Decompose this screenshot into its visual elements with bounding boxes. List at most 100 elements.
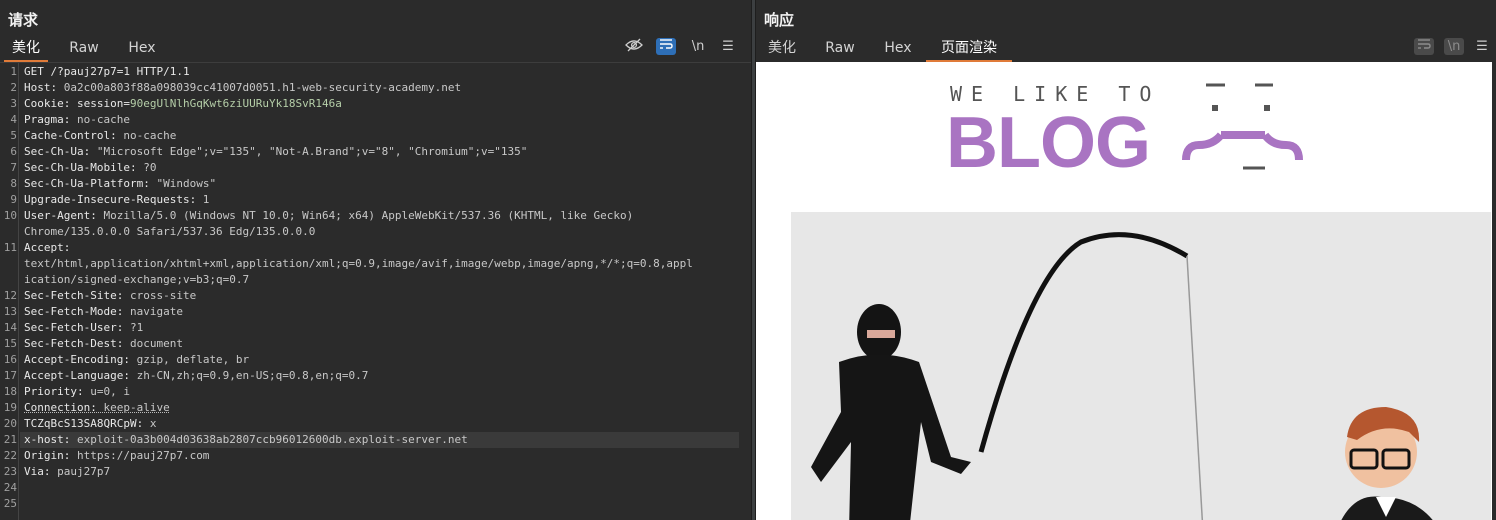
response-tabs: 美化 Raw Hex 页面渲染 [756, 38, 1496, 62]
code-line: Cookie: session=90egUlNlhGqKwt6ziUURuYk1… [24, 97, 342, 110]
code-line: Sec-Fetch-User: ?1 [24, 321, 143, 334]
header-name: Accept-Encoding: [24, 353, 130, 366]
code-line: Upgrade-Insecure-Requests: 1 [24, 193, 209, 206]
header-value: x [143, 417, 157, 430]
code-line: Origin: https://pauj27p7.com [24, 449, 209, 462]
code-line: Accept-Language: zh-CN,zh;q=0.9,en-US;q=… [24, 369, 368, 382]
code-line: TCZqBcS13SA8QRCpW: x [24, 417, 156, 430]
line-number: 11 [3, 241, 17, 254]
line-number: 18 [3, 385, 17, 398]
tab-pretty[interactable]: 美化 [4, 38, 48, 62]
header-value: pauj27p7 [50, 465, 111, 478]
code-line: Priority: u=0, i [24, 385, 130, 398]
header-value: keep-alive [96, 401, 170, 414]
code-line: x-host: exploit-0a3b004d03638ab2807ccb96… [24, 433, 468, 446]
line-number: 5 [10, 129, 17, 142]
header-name: Pragma: [24, 113, 71, 126]
header-value: exploit-0a3b004d03638ab2807ccb96012600db… [70, 433, 468, 446]
wrap-lines-icon[interactable] [1414, 38, 1434, 55]
line-number: 1 [10, 65, 17, 78]
header-name: Sec-Fetch-Mode: [24, 305, 124, 318]
newline-toggle[interactable]: \n [1444, 38, 1464, 55]
blog-hero-illustration [791, 212, 1491, 520]
code-line: Sec-Fetch-Mode: navigate [24, 305, 183, 318]
line-number: 10 [3, 209, 17, 222]
header-name: User-Agent: [24, 209, 97, 222]
tab-hex[interactable]: Hex [876, 38, 920, 62]
line-number: 21 [3, 433, 17, 446]
line-number: 13 [3, 305, 17, 318]
line-number: 6 [10, 145, 17, 158]
header-value: ?1 [123, 321, 144, 334]
code-line: Chrome/135.0.0.0 Safari/537.36 Edg/135.0… [24, 225, 315, 238]
line-number: 16 [3, 353, 17, 366]
code-line: Sec-Fetch-Dest: document [24, 337, 183, 350]
code-line: Pragma: no-cache [24, 113, 130, 126]
line-number: 20 [3, 417, 17, 430]
header-value: zh-CN,zh;q=0.9,en-US;q=0.8,en;q=0.7 [129, 369, 369, 382]
header-value: ?0 [136, 161, 157, 174]
header-name: Sec-Fetch-Site: [24, 289, 124, 302]
header-name: Cookie: session= [24, 97, 130, 110]
header-name: Sec-Fetch-User: [24, 321, 124, 334]
line-number: 2 [10, 81, 17, 94]
code-line: Cache-Control: no-cache [24, 129, 176, 142]
request-pane: 请求 美化 Raw Hex \n ☰ 1 2 3 4 5 6 7 8 9 10 11 12 13 14 15… [0, 0, 751, 520]
menu-icon[interactable]: ☰ [718, 38, 738, 55]
code-line: text/html,application/xhtml+xml,applicat… [24, 257, 693, 270]
newline-toggle[interactable]: \n [688, 38, 708, 55]
line-number: 8 [10, 177, 17, 190]
rendered-page: WE LIKE TO BLOG [756, 62, 1492, 520]
response-toolbar: \n ☰ [1414, 38, 1494, 56]
tab-hex[interactable]: Hex [120, 38, 164, 62]
menu-icon[interactable]: ☰ [1472, 38, 1492, 55]
header-value: ication/signed-exchange;v=b3;q=0.7 [24, 273, 250, 286]
code-line: Sec-Ch-Ua-Mobile: ?0 [24, 161, 156, 174]
header-name: Via: [24, 465, 51, 478]
line-number: 24 [3, 481, 17, 494]
code-line: Accept-Encoding: gzip, deflate, br [24, 353, 249, 366]
header-value: no-cache [116, 129, 177, 142]
header-value: no-cache [70, 113, 130, 126]
header-name: Connection: [24, 401, 97, 414]
header-name: Sec-Ch-Ua: [24, 145, 91, 158]
request-title: 请求 [8, 11, 39, 29]
scrollbar[interactable] [1492, 62, 1496, 520]
header-name: Upgrade-Insecure-Requests: [24, 193, 197, 206]
code-line: Sec-Fetch-Site: cross-site [24, 289, 196, 302]
wrap-lines-icon[interactable] [656, 38, 676, 55]
header-value: cross-site [123, 289, 197, 302]
code-line: Accept: [24, 241, 70, 254]
hide-eye-icon[interactable] [624, 38, 644, 55]
header-value: https://pauj27p7.com [70, 449, 210, 462]
header-name: Accept-Language: [24, 369, 130, 382]
header-value: 90egUlNlhGqKwt6ziUURuYk18SvR146a [129, 97, 342, 110]
code-line: User-Agent: Mozilla/5.0 (Windows NT 10.0… [24, 209, 633, 222]
header-name: Priority: [24, 385, 84, 398]
tab-render[interactable]: 页面渲染 [926, 38, 1012, 62]
line-number: 9 [10, 193, 17, 206]
line-number: 23 [3, 465, 17, 478]
header-value: Chrome/135.0.0.0 Safari/537.36 Edg/135.0… [24, 225, 316, 238]
header-name: Origin: [24, 449, 71, 462]
header-name: Host: [24, 81, 58, 94]
blog-face-logo-icon [1182, 83, 1303, 170]
header-value: "Windows" [149, 177, 217, 190]
tab-pretty[interactable]: 美化 [760, 38, 804, 62]
code-line: Via: pauj27p7 [24, 465, 110, 478]
tab-raw[interactable]: Raw [818, 38, 862, 62]
request-toolbar: \n ☰ [624, 38, 744, 56]
header-value: navigate [123, 305, 183, 318]
line-number: 14 [3, 321, 17, 334]
header-name: TCZqBcS13SA8QRCpW: [24, 417, 144, 430]
code-line: Host: 0a2c00a803f88a098039cc41007d0051.h… [24, 81, 461, 94]
brand-logo-text: BLOG [946, 103, 1151, 183]
header-name: x-host: [24, 433, 71, 446]
header-value: "Microsoft Edge";v="135", "Not-A.Brand";… [90, 145, 528, 158]
tab-raw[interactable]: Raw [62, 38, 106, 62]
line-number: 7 [10, 161, 17, 174]
header-name: Sec-Ch-Ua-Platform: [24, 177, 150, 190]
code-line: Sec-Ch-Ua-Platform: "Windows" [24, 177, 216, 190]
request-editor[interactable]: 1 2 3 4 5 6 7 8 9 10 11 12 13 14 15 16 17 18 19 20 21 22 23 24 2… [0, 62, 751, 520]
line-number: 12 [3, 289, 17, 302]
